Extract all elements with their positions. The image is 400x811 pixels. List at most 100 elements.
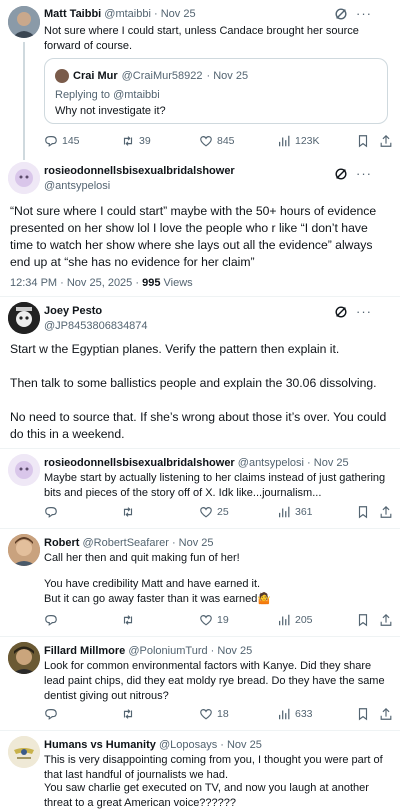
repost-button[interactable] xyxy=(121,613,135,627)
repost-button[interactable] xyxy=(121,505,135,519)
like-icon xyxy=(200,136,212,147)
reply-button[interactable] xyxy=(44,613,58,627)
post-date[interactable]: · Nov 25 xyxy=(154,8,196,20)
share-icon xyxy=(380,505,392,518)
reply-icon xyxy=(45,615,57,626)
bookmark-icon xyxy=(358,135,368,148)
avatar[interactable] xyxy=(8,302,40,334)
author-name[interactable]: rosieodonnellsbisexualbridalshower xyxy=(44,165,235,177)
author-handle[interactable]: @RobertSeafarer xyxy=(83,537,169,549)
author-name[interactable]: Matt Taibbi xyxy=(44,8,101,20)
post-text-line-3: But it can go away faster than it was ea… xyxy=(44,593,272,605)
views-count: 205 xyxy=(295,614,313,626)
author-name[interactable]: rosieodonnellsbisexualbridalshower xyxy=(44,457,235,469)
repost-button[interactable] xyxy=(121,707,135,721)
quoted-date: · Nov 25 xyxy=(206,70,249,82)
repost-icon xyxy=(123,507,133,517)
views-icon xyxy=(279,614,290,626)
like-button[interactable]: 845 xyxy=(199,134,235,148)
author-name[interactable]: Fillard Millmore xyxy=(44,645,125,657)
repost-button[interactable]: 39 xyxy=(121,134,151,148)
bookmark-icon xyxy=(358,614,368,627)
avatar[interactable] xyxy=(8,642,40,674)
share-button[interactable] xyxy=(379,707,393,721)
bookmark-button[interactable] xyxy=(356,707,370,721)
post-date[interactable]: · Nov 25 xyxy=(220,739,262,751)
reply-button[interactable]: 145 xyxy=(44,134,80,148)
repost-icon xyxy=(123,615,133,625)
views-button[interactable]: 123K xyxy=(277,134,320,148)
post-text-line-1: This is very disappointing coming from y… xyxy=(44,754,383,781)
post-meta: 12:34 PM · Nov 25, 2025 · 995 Views xyxy=(10,277,193,289)
post-text-line-1: Call her then and quit making fun of her… xyxy=(44,552,240,564)
quoted-text: Why not investigate it? xyxy=(55,105,166,117)
repost-icon xyxy=(123,136,133,146)
author-handle[interactable]: @antsypelosi xyxy=(44,180,110,192)
bookmark-button[interactable] xyxy=(356,505,370,519)
bookmark-button[interactable] xyxy=(356,134,370,148)
post-text: Maybe start by actually listening to her… xyxy=(44,472,386,499)
post-date[interactable]: · Nov 25 xyxy=(211,645,253,657)
views-button[interactable]: 361 xyxy=(277,505,313,519)
reply-button[interactable] xyxy=(44,505,58,519)
reply-icon xyxy=(45,709,57,720)
post-text-line-2: You saw charlie get executed on TV, and … xyxy=(44,782,369,809)
repost-count: 39 xyxy=(139,135,151,147)
views-count: 633 xyxy=(295,708,313,720)
avatar[interactable] xyxy=(8,736,40,768)
post-text: “Not sure where I could start” maybe wit… xyxy=(10,204,377,269)
share-button[interactable] xyxy=(379,613,393,627)
avatar[interactable] xyxy=(8,454,40,486)
post-text-line-3: No need to source that. If she’s wrong a… xyxy=(10,410,387,441)
views-count: 123K xyxy=(295,135,320,147)
avatar[interactable] xyxy=(8,162,40,194)
reply-count: 145 xyxy=(62,135,80,147)
like-count: 18 xyxy=(217,708,229,720)
views-button[interactable]: 205 xyxy=(277,613,313,627)
bookmark-icon xyxy=(358,708,368,721)
views-button[interactable]: 633 xyxy=(277,707,313,721)
views-count: 995 xyxy=(142,277,161,289)
like-button[interactable]: 18 xyxy=(199,707,229,721)
timestamp[interactable]: 12:34 PM · Nov 25, 2025 · xyxy=(10,277,142,289)
reply-icon xyxy=(45,507,57,518)
post-text-line-2: Then talk to some ballistics people and … xyxy=(10,376,377,390)
views-count: 361 xyxy=(295,506,313,518)
post-text: Look for common environmental factors wi… xyxy=(44,660,385,702)
author-name[interactable]: Humans vs Humanity xyxy=(44,739,156,751)
grok-icon[interactable] xyxy=(334,167,348,181)
author-handle[interactable]: @Loposays xyxy=(159,739,217,751)
author-name[interactable]: Joey Pesto xyxy=(44,305,102,317)
author-handle[interactable]: @mtaibbi xyxy=(104,8,151,20)
like-icon xyxy=(200,709,212,720)
views-icon xyxy=(279,506,290,518)
bookmark-button[interactable] xyxy=(356,613,370,627)
like-button[interactable]: 19 xyxy=(199,613,229,627)
grok-icon[interactable] xyxy=(334,305,348,319)
avatar[interactable] xyxy=(8,6,40,38)
author-handle[interactable]: @JP8453806834874 xyxy=(44,320,148,332)
post-date[interactable]: · Nov 25 xyxy=(307,457,349,469)
divider xyxy=(0,636,400,637)
author-handle[interactable]: @PoloniumTurd xyxy=(128,645,207,657)
quoted-author-name: Crai Mur xyxy=(73,70,118,82)
avatar xyxy=(55,69,69,83)
post-date[interactable]: · Nov 25 xyxy=(172,537,214,549)
more-icon[interactable]: ··· xyxy=(356,166,372,181)
like-count: 19 xyxy=(217,614,229,626)
quoted-post[interactable]: Crai Mur @CraiMur58922 · Nov 25 Replying… xyxy=(44,58,388,124)
bookmark-icon xyxy=(358,506,368,519)
author-handle[interactable]: @antsypelosi xyxy=(238,457,304,469)
more-icon[interactable]: ··· xyxy=(356,6,372,21)
share-button[interactable] xyxy=(379,505,393,519)
grok-icon[interactable] xyxy=(334,7,348,21)
views-label: Views xyxy=(160,277,193,289)
share-button[interactable] xyxy=(379,134,393,148)
author-name[interactable]: Robert xyxy=(44,537,79,549)
share-icon xyxy=(380,134,392,147)
avatar[interactable] xyxy=(8,534,40,566)
like-button[interactable]: 25 xyxy=(199,505,229,519)
share-icon xyxy=(380,707,392,720)
reply-button[interactable] xyxy=(44,707,58,721)
more-icon[interactable]: ··· xyxy=(356,304,372,319)
